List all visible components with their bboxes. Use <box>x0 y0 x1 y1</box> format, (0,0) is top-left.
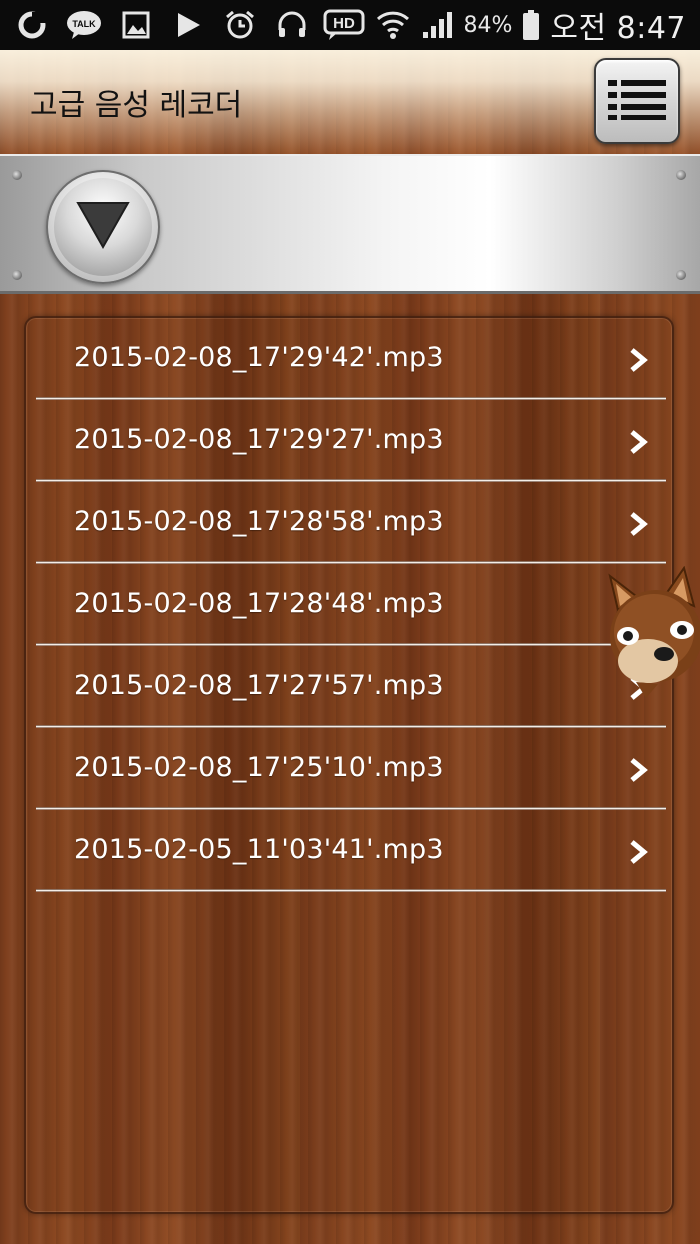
play-icon <box>170 7 206 43</box>
status-bar: TALK HD 84% 오전 8:47 <box>0 0 700 50</box>
screen: TALK HD 84% 오전 8:47 고급 음성 레코더 2015-02-08… <box>0 0 700 1244</box>
screw-icon <box>676 270 686 280</box>
signal-icon <box>419 7 455 43</box>
wifi-icon <box>375 7 411 43</box>
file-name: 2015-02-08_17'25'10'.mp3 <box>74 752 444 783</box>
triangle-down-icon <box>75 199 131 255</box>
svg-text:TALK: TALK <box>72 19 96 29</box>
battery-icon <box>520 7 542 43</box>
svg-text:HD: HD <box>334 15 356 32</box>
file-list: 2015-02-08_17'29'42'.mp3 2015-02-08_17'2… <box>36 318 666 892</box>
screw-icon <box>12 170 22 180</box>
g-circle-icon <box>14 7 50 43</box>
gallery-icon <box>118 7 154 43</box>
file-row[interactable]: 2015-02-08_17'28'58'.mp3 <box>36 482 666 564</box>
file-list-panel: 2015-02-08_17'29'42'.mp3 2015-02-08_17'2… <box>24 316 674 1214</box>
chevron-right-icon <box>630 758 648 782</box>
page-title: 고급 음성 레코더 <box>30 88 243 123</box>
file-row[interactable]: 2015-02-08_17'29'42'.mp3 <box>36 318 666 400</box>
chevron-right-icon <box>630 840 648 864</box>
file-name: 2015-02-08_17'27'57'.mp3 <box>74 670 444 701</box>
file-row[interactable]: 2015-02-05_11'03'41'.mp3 <box>36 810 666 892</box>
menu-button[interactable] <box>594 58 680 144</box>
metal-toolbar <box>0 154 700 294</box>
file-row[interactable]: 2015-02-08_17'27'57'.mp3 <box>36 646 666 728</box>
screw-icon <box>12 270 22 280</box>
file-row[interactable]: 2015-02-08_17'29'27'.mp3 <box>36 400 666 482</box>
screw-icon <box>676 170 686 180</box>
app-header: 고급 음성 레코더 <box>0 50 700 154</box>
battery-percent: 84% <box>463 12 513 38</box>
kakaotalk-icon: TALK <box>66 7 102 43</box>
floating-mascot-widget[interactable] <box>606 565 700 726</box>
file-name: 2015-02-08_17'29'27'.mp3 <box>74 424 444 455</box>
file-name: 2015-02-05_11'03'41'.mp3 <box>74 834 444 865</box>
chevron-right-icon <box>630 430 648 454</box>
chevron-right-icon <box>630 512 648 536</box>
file-row[interactable]: 2015-02-08_17'28'48'.mp3 <box>36 564 666 646</box>
list-menu-icon <box>608 77 666 125</box>
alarm-icon <box>222 7 258 43</box>
hd-voice-icon: HD <box>323 7 367 43</box>
clock: 오전 8:47 <box>550 11 686 46</box>
file-name: 2015-02-08_17'28'48'.mp3 <box>74 588 444 619</box>
file-row[interactable]: 2015-02-08_17'25'10'.mp3 <box>36 728 666 810</box>
file-name: 2015-02-08_17'28'58'.mp3 <box>74 506 444 537</box>
divider <box>36 889 666 892</box>
dropdown-button[interactable] <box>46 170 160 284</box>
file-list-area: 2015-02-08_17'29'42'.mp3 2015-02-08_17'2… <box>0 294 700 1244</box>
file-name: 2015-02-08_17'29'42'.mp3 <box>74 342 444 373</box>
chevron-right-icon <box>630 348 648 372</box>
headset-icon <box>274 7 310 43</box>
